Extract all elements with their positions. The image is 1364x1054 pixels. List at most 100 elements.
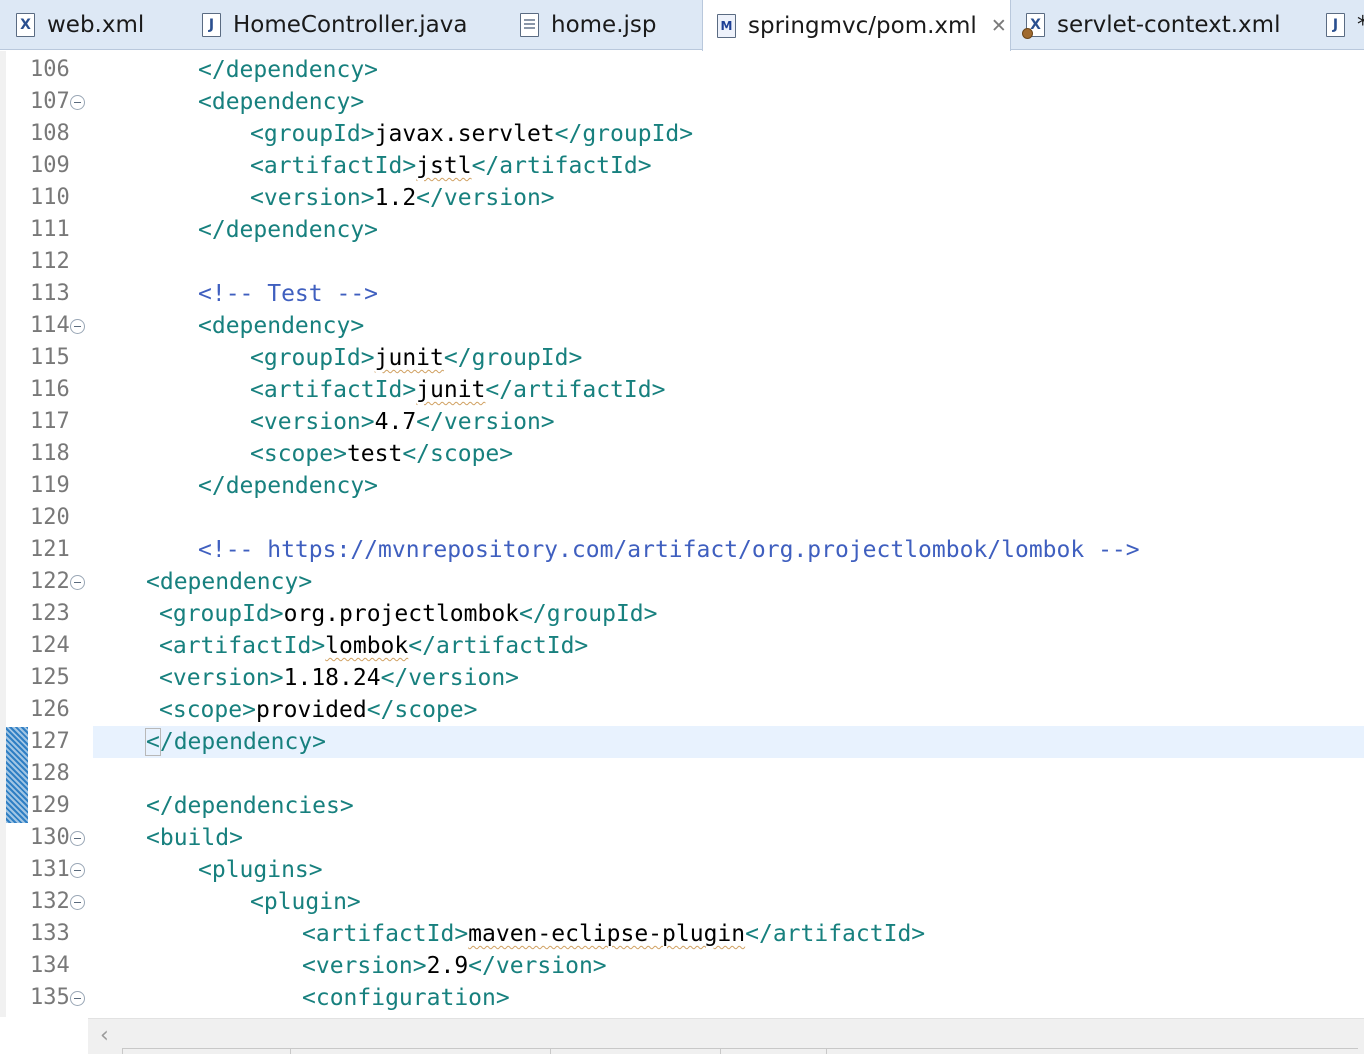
close-icon[interactable]: ✕ [991,15,1007,37]
code-text[interactable]: <!-- https://mvnrepository.com/artifact/… [198,534,1140,566]
code-text[interactable]: <plugin> [250,886,361,918]
code-text[interactable]: <artifactId>lombok</artifactId> [159,630,588,662]
code-line[interactable]: 123 <groupId>org.projectlombok</groupId> [0,598,1364,630]
scroll-left-icon[interactable]: ‹ [100,1023,109,1048]
xml-tag: <artifactId> [250,377,417,403]
maven-pom-icon: M [717,13,736,38]
code-line[interactable]: 122 <dependency> [0,566,1364,598]
tab-label: web.xml [47,12,145,38]
code-text[interactable]: <plugins> [198,854,323,886]
collapse-fold-icon[interactable] [70,319,85,334]
xml-tag: </dependency> [198,57,379,83]
collapse-fold-icon[interactable] [70,575,85,590]
code-text[interactable]: <groupId>javax.servlet</groupId> [250,118,693,150]
code-text[interactable]: <version>2.9</version> [302,950,607,982]
code-line[interactable]: 114 <dependency> [0,310,1364,342]
code-text[interactable]: <artifactId>junit</artifactId> [250,374,665,406]
xml-tag: </artifactId> [745,921,926,947]
xml-tag: <groupId> [250,121,375,147]
code-text[interactable]: <!-- Test --> [198,278,378,310]
code-line[interactable]: 115 <groupId>junit</groupId> [0,342,1364,374]
code-line[interactable]: 129 </dependencies> [0,790,1364,822]
code-line[interactable]: 126 <scope>provided</scope> [0,694,1364,726]
line-number: 128 [30,761,70,786]
code-text[interactable]: </dependency> [198,470,378,502]
code-text[interactable]: <dependency> [198,86,364,118]
xml-source-editor[interactable]: 106 </dependency> 107 <dependency> 108 <group… [0,51,1364,1017]
tab-servlet-context-xml[interactable]: X servlet-context.xml [1022,0,1280,50]
tab-web-xml[interactable]: X web.xml [16,0,144,50]
collapse-fold-icon[interactable] [70,895,85,910]
horizontal-scrollbar[interactable]: ‹ [88,1018,1364,1054]
xml-tag: <version> [302,953,427,979]
code-line[interactable]: 108 <groupId>javax.servlet</groupId> [0,118,1364,150]
code-line[interactable]: 127 </dependency> [0,726,1364,758]
code-line[interactable]: 124 <artifactId>lombok</artifactId> [0,630,1364,662]
code-text[interactable]: <version>1.2</version> [250,182,555,214]
code-line[interactable]: 121 <!-- https://mvnrepository.com/artifa… [0,534,1364,566]
code-line[interactable]: 133 <artifactId>maven-eclipse-plugin</art… [0,918,1364,950]
code-line[interactable]: 106 </dependency> [0,54,1364,86]
xml-tag: </version> [380,665,520,691]
tab-home-controller-java[interactable]: J HomeController.java [202,0,467,50]
code-text[interactable]: <artifactId>maven-eclipse-plugin</artifa… [302,918,925,950]
code-line[interactable]: 117 <version>4.7</version> [0,406,1364,438]
tab-label: * [1357,12,1364,38]
code-text[interactable]: <dependency> [146,566,312,598]
code-text[interactable]: </dependencies> [146,790,354,822]
code-line[interactable]: 113 <!-- Test --> [0,278,1364,310]
scrollbar-thumb[interactable] [122,1048,1358,1054]
collapse-fold-icon[interactable] [70,95,85,110]
xml-tag: <artifactId> [159,633,326,659]
code-line[interactable]: 109 <artifactId>jstl</artifactId> [0,150,1364,182]
collapse-fold-icon[interactable] [70,863,85,878]
code-text[interactable]: </dependency> [198,54,378,86]
xml-tag: </dependency> [198,217,379,243]
xml-tag: <artifactId> [250,153,417,179]
code-line[interactable]: 135 <configuration> [0,982,1364,1014]
code-text[interactable]: <configuration> [302,982,510,1014]
code-line[interactable]: 134 <version>2.9</version> [0,950,1364,982]
line-number: 130 [30,825,70,850]
line-number: 120 [30,505,70,530]
xml-text: 4.7 [374,409,417,435]
xml-tag: < [145,728,161,756]
xml-tag: <dependency> [198,89,365,115]
code-line[interactable]: 110 <version>1.2</version> [0,182,1364,214]
code-line[interactable]: 116 <artifactId>junit</artifactId> [0,374,1364,406]
code-text[interactable]: <version>1.18.24</version> [159,662,519,694]
code-text[interactable]: <groupId>junit</groupId> [250,342,582,374]
code-line[interactable]: 120 [0,502,1364,534]
code-text[interactable]: <artifactId>jstl</artifactId> [250,150,652,182]
code-line[interactable]: 118 <scope>test</scope> [0,438,1364,470]
line-number: 126 [30,697,70,722]
code-text[interactable]: <dependency> [198,310,364,342]
code-text[interactable]: <groupId>org.projectlombok</groupId> [159,598,658,630]
code-text[interactable]: </dependency> [198,214,378,246]
tab-unsaved-java[interactable]: J * [1326,0,1364,50]
code-line[interactable]: 125 <version>1.18.24</version> [0,662,1364,694]
code-line[interactable]: 130 <build> [0,822,1364,854]
code-line[interactable]: 132 <plugin> [0,886,1364,918]
code-line[interactable]: 107 <dependency> [0,86,1364,118]
code-text[interactable]: <scope>provided</scope> [159,694,478,726]
tab-label: HomeController.java [233,12,468,38]
xml-tag: </version> [416,409,555,435]
code-line[interactable]: 111 </dependency> [0,214,1364,246]
line-number: 122 [30,569,70,594]
tab-home-jsp[interactable]: home.jsp [520,0,657,50]
code-text[interactable]: <scope>test</scope> [250,438,513,470]
collapse-fold-icon[interactable] [70,831,85,846]
collapse-fold-icon[interactable] [70,991,85,1006]
xml-tag: <scope> [250,441,347,467]
code-text[interactable]: <build> [146,822,243,854]
tab-pom-xml[interactable]: M springmvc/pom.xml ✕ [702,0,1011,51]
code-text[interactable]: </dependency> [145,726,326,758]
code-text[interactable]: <version>4.7</version> [250,406,555,438]
code-line[interactable]: 119 </dependency> [0,470,1364,502]
code-line[interactable]: 128 [0,758,1364,790]
line-number: 135 [30,985,70,1010]
code-line[interactable]: 112 [0,246,1364,278]
xml-tag: </version> [416,185,555,211]
code-line[interactable]: 131 <plugins> [0,854,1364,886]
